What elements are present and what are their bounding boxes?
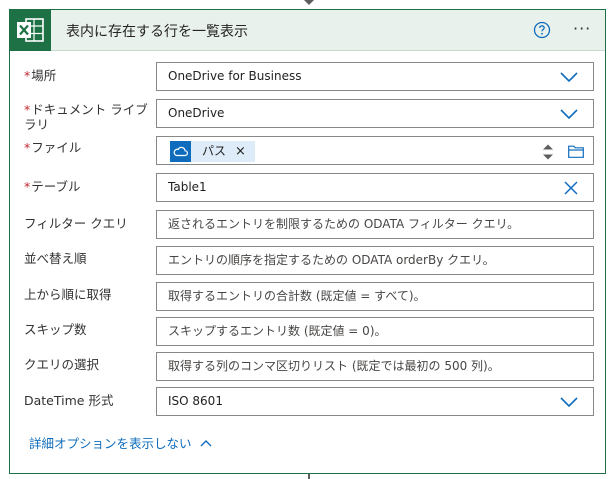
chevron-down-icon[interactable]: [560, 397, 578, 407]
top-count-placeholder: 取得するエントリの合計数 (既定値 = すべて)。: [168, 289, 426, 303]
doc-library-value: OneDrive: [168, 106, 225, 120]
top-count-input[interactable]: 取得するエントリの合計数 (既定値 = すべて)。: [156, 282, 594, 311]
top-count-label: 上から順に取得: [24, 287, 112, 302]
doc-library-label-line2: ラリ: [24, 117, 50, 132]
table-value: Table1: [168, 180, 207, 194]
datetime-format-value: ISO 8601: [168, 394, 223, 408]
select-query-label: クエリの選択: [24, 357, 100, 372]
file-label-text: ファイル: [31, 140, 82, 155]
doc-library-label: *ドキュメント ライブ ラリ: [24, 102, 148, 132]
chevron-down-icon[interactable]: [560, 72, 578, 82]
skip-count-label: スキップ数: [24, 322, 87, 337]
hide-advanced-options-link[interactable]: 詳細オプションを表示しない: [29, 433, 212, 452]
card-title: 表内に存在する行を一覧表示: [66, 24, 248, 40]
skip-count-input[interactable]: スキップするエントリ数 (既定値 = 0)。: [156, 317, 594, 346]
flow-connector-top: [304, 0, 314, 5]
table-label: *テーブル: [24, 179, 81, 194]
filter-query-placeholder: 返されるエントリを制限するための ODATA フィルター クエリ。: [168, 217, 520, 231]
table-field[interactable]: Table1: [156, 173, 594, 202]
help-circle-icon[interactable]: [533, 21, 551, 39]
location-label-text: 場所: [31, 68, 57, 83]
spinner-arrows-icon[interactable]: [542, 142, 554, 162]
token-remove-icon[interactable]: ×: [235, 141, 246, 162]
location-dropdown[interactable]: OneDrive for Business: [156, 62, 594, 91]
chevron-down-icon[interactable]: [560, 109, 578, 119]
file-picker[interactable]: パス ×: [156, 136, 594, 165]
datetime-format-dropdown[interactable]: ISO 8601: [156, 387, 594, 416]
required-mark: *: [24, 179, 31, 194]
flow-connector-bottom: [308, 474, 310, 479]
action-card: 表内に存在する行を一覧表示 ··· *場所 OneDrive for Busin…: [9, 9, 606, 474]
select-query-input[interactable]: 取得する列のコンマ区切りリスト (既定では最初の 500 列)。: [156, 352, 594, 381]
file-token[interactable]: パス ×: [170, 141, 255, 162]
required-mark: *: [24, 102, 31, 117]
order-by-input[interactable]: エントリの順序を指定するための ODATA orderBy クエリ。: [156, 246, 594, 275]
onedrive-cloud-icon: [170, 141, 191, 162]
order-by-label: 並べ替え順: [24, 251, 87, 266]
clear-icon[interactable]: [564, 181, 578, 195]
advanced-options-label: 詳細オプションを表示しない: [29, 436, 192, 451]
select-query-placeholder: 取得する列のコンマ区切りリスト (既定では最初の 500 列)。: [168, 359, 500, 373]
file-token-label: パス: [202, 144, 227, 158]
more-horizontal-icon[interactable]: ···: [573, 19, 591, 39]
order-by-placeholder: エントリの順序を指定するための ODATA orderBy クエリ。: [168, 253, 495, 267]
datetime-format-label: DateTime 形式: [24, 393, 114, 408]
doc-library-label-line1: ドキュメント ライブ: [31, 102, 148, 117]
card-header[interactable]: 表内に存在する行を一覧表示 ···: [10, 10, 605, 51]
filter-query-label: フィルター クエリ: [24, 216, 128, 231]
required-mark: *: [24, 140, 31, 155]
doc-library-dropdown[interactable]: OneDrive: [156, 99, 594, 128]
skip-count-placeholder: スキップするエントリ数 (既定値 = 0)。: [168, 324, 387, 338]
location-label: *場所: [24, 68, 56, 83]
location-value: OneDrive for Business: [168, 69, 302, 83]
required-mark: *: [24, 68, 31, 83]
table-label-text: テーブル: [31, 179, 81, 194]
folder-icon[interactable]: [568, 145, 584, 158]
filter-query-input[interactable]: 返されるエントリを制限するための ODATA フィルター クエリ。: [156, 210, 594, 239]
excel-icon: [10, 10, 51, 51]
file-label: *ファイル: [24, 140, 81, 155]
chevron-up-icon: [200, 439, 212, 446]
